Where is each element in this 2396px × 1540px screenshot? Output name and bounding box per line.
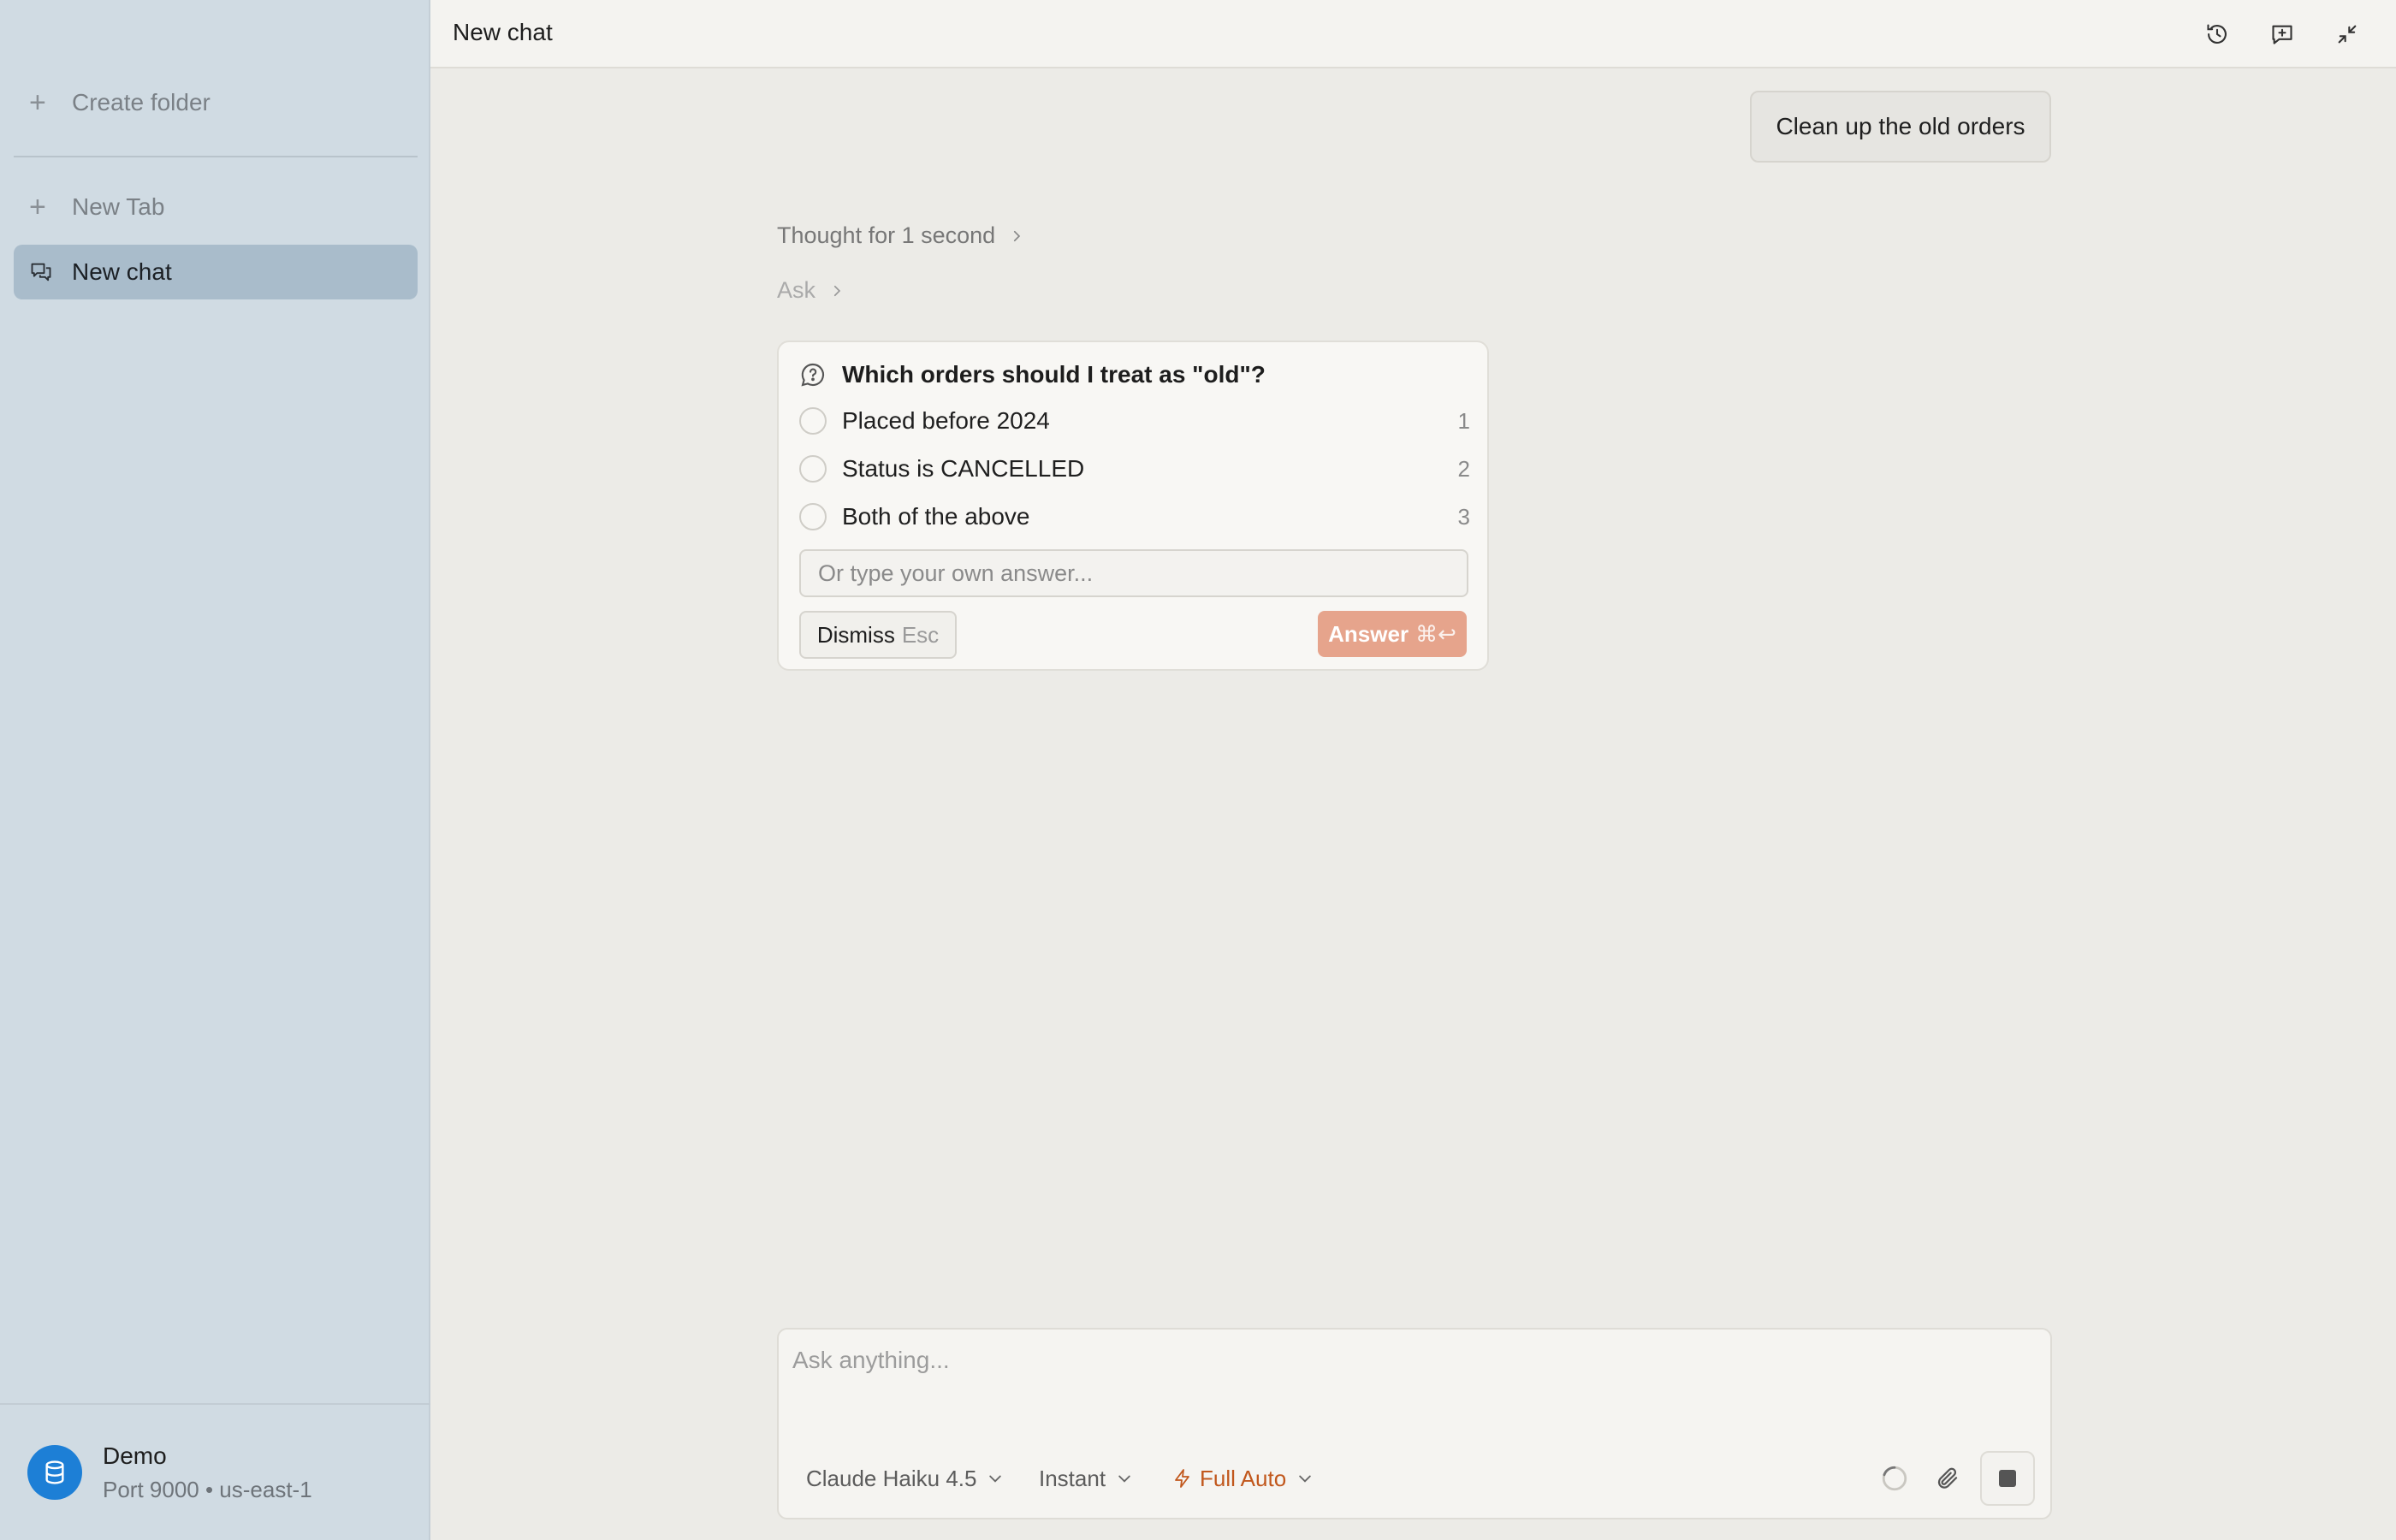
chevron-right-icon	[833, 285, 841, 296]
chevron-down-icon	[1118, 1475, 1130, 1483]
mode-label: Full Auto	[1200, 1465, 1287, 1491]
answer-label: Answer	[1328, 620, 1409, 647]
ask-toggle[interactable]: Ask	[777, 277, 845, 304]
answer-option[interactable]: Both of the above 3	[799, 496, 1470, 537]
option-shortcut: 3	[1457, 503, 1470, 530]
create-folder-label: Create folder	[72, 89, 211, 116]
answer-button[interactable]: Answer ⌘↩	[1318, 611, 1467, 657]
own-answer-input[interactable]	[799, 549, 1468, 597]
user-message: Clean up the old orders	[1750, 91, 2051, 163]
top-bar: New chat	[430, 0, 2396, 68]
plus-icon: +	[29, 86, 46, 119]
model-label: Claude Haiku 4.5	[806, 1465, 977, 1491]
sidebar-divider	[14, 156, 418, 157]
chevron-down-icon	[1299, 1475, 1311, 1483]
option-shortcut: 1	[1457, 407, 1470, 434]
new-tab-button[interactable]: + New Tab	[14, 180, 418, 234]
chevron-down-icon	[989, 1475, 1002, 1483]
dismiss-shortcut: Esc	[901, 621, 940, 648]
question-bubble-icon	[801, 363, 825, 387]
question-card: Which orders should I treat as "old"? Pl…	[777, 341, 1489, 671]
option-label: Status is CANCELLED	[842, 455, 1085, 482]
stop-button[interactable]	[1980, 1451, 2035, 1506]
page-title: New chat	[453, 19, 553, 45]
plus-icon: +	[29, 191, 46, 223]
database-icon	[27, 1445, 82, 1500]
chat-input[interactable]	[792, 1347, 2025, 1415]
question-text: Which orders should I treat as "old"?	[842, 361, 1266, 388]
history-icon[interactable]	[2200, 17, 2234, 51]
option-label: Placed before 2024	[842, 407, 1050, 434]
answer-shortcut: ⌘↩	[1415, 620, 1456, 647]
speed-label: Instant	[1039, 1465, 1106, 1491]
connection-name: Demo	[103, 1442, 167, 1469]
sidebar: + Create folder + New Tab New chat Demo …	[0, 0, 430, 1540]
answer-option[interactable]: Status is CANCELLED 2	[799, 448, 1470, 489]
loading-spinner-icon	[1876, 1460, 1913, 1497]
sidebar-item-new-chat[interactable]: New chat	[14, 245, 418, 299]
collapse-icon[interactable]	[2330, 17, 2364, 51]
answer-option[interactable]: Placed before 2024 1	[799, 400, 1470, 441]
question-header: Which orders should I treat as "old"?	[799, 361, 1266, 388]
new-chat-icon[interactable]	[2265, 17, 2299, 51]
chevron-right-icon	[1014, 230, 1021, 241]
thought-toggle[interactable]: Thought for 1 second	[777, 222, 1024, 249]
attach-icon[interactable]	[1929, 1460, 1966, 1497]
stop-icon	[1999, 1470, 2016, 1487]
dismiss-button[interactable]: Dismiss Esc	[799, 611, 957, 659]
ask-label: Ask	[777, 277, 816, 303]
connection-footer[interactable]: Demo Port 9000 • us-east-1	[0, 1403, 430, 1540]
option-shortcut: 2	[1457, 455, 1470, 482]
main-panel: New chat Clean up the old orders Thought…	[430, 0, 2396, 1540]
chat-bubbles-icon	[31, 263, 51, 281]
create-folder-button[interactable]: + Create folder	[14, 75, 418, 130]
model-selector[interactable]: Claude Haiku 4.5	[806, 1460, 1004, 1497]
new-tab-label: New Tab	[72, 193, 165, 220]
sidebar-item-label: New chat	[72, 258, 172, 285]
composer: Claude Haiku 4.5 Instant Full Auto	[777, 1328, 2052, 1519]
connection-detail: Port 9000 • us-east-1	[103, 1476, 312, 1502]
mode-selector[interactable]: Full Auto	[1172, 1460, 1314, 1497]
dismiss-label: Dismiss	[816, 621, 895, 648]
lightning-icon	[1175, 1469, 1189, 1488]
radio-button[interactable]	[799, 503, 827, 530]
radio-button[interactable]	[799, 455, 827, 483]
radio-button[interactable]	[799, 407, 827, 435]
speed-selector[interactable]: Instant	[1039, 1460, 1133, 1497]
option-label: Both of the above	[842, 503, 1030, 530]
thought-label: Thought for 1 second	[777, 222, 996, 248]
